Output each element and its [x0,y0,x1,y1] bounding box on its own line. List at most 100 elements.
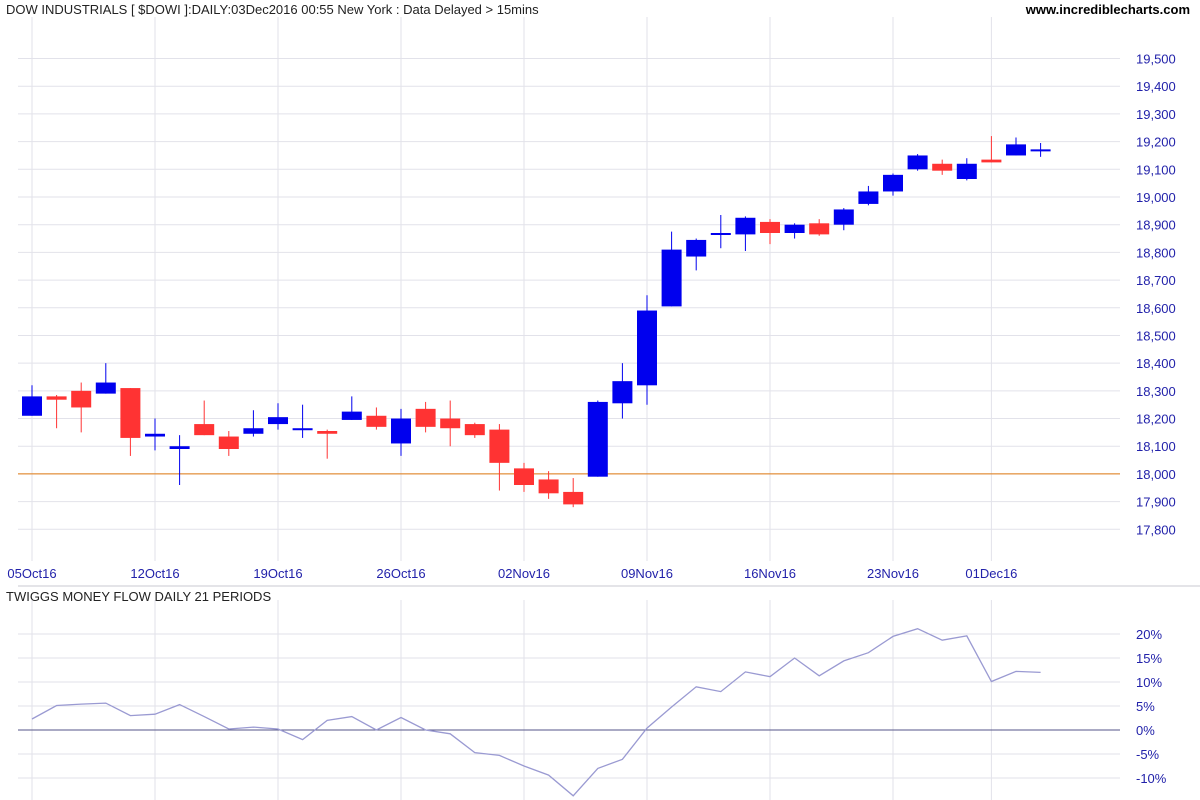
candle-body [735,217,756,235]
candle-body [268,417,288,425]
date-tick-label: 19Oct16 [253,566,302,581]
candle-body [366,415,387,427]
candle-body [760,221,780,233]
candle [833,208,854,231]
candle [46,395,67,429]
indicator-tick-label: -10% [1136,771,1167,786]
candle [637,295,657,405]
candle [489,424,510,491]
date-tick-label: 02Nov16 [498,566,550,581]
date-tick-label: 09Nov16 [621,566,673,581]
candle-body [22,396,42,416]
candle-body [415,408,436,427]
candle-body [341,411,362,420]
candle [784,223,805,239]
candle-body [956,163,977,179]
price-tick-label: 18,200 [1136,412,1176,427]
candle [735,216,756,251]
candle-body [120,388,141,438]
candle [440,400,461,447]
candle-body [489,429,510,463]
candle-body [587,401,608,477]
candle [317,429,338,459]
price-tick-label: 18,800 [1136,245,1176,260]
price-tick-label: 17,900 [1136,495,1176,510]
price-grid [18,17,1120,561]
price-tick-label: 18,700 [1136,273,1176,288]
candle [243,410,264,437]
candle-body [1030,149,1051,152]
date-tick-label: 16Nov16 [744,566,796,581]
candle [464,422,485,438]
candle-body [858,191,879,204]
candle [932,159,953,175]
price-tick-label: 18,900 [1136,218,1176,233]
candle-body [612,381,633,404]
candle-body [391,418,411,444]
candle-body [292,428,313,431]
indicator-grid [18,600,1120,800]
candle-body [514,468,534,485]
price-tick-label: 19,200 [1136,135,1176,150]
candle [858,185,879,206]
candle-body [194,424,215,436]
candle [514,462,534,492]
indicator-tick-label: 0% [1136,723,1155,738]
date-axis-labels: 05Oct16 12Oct16 19Oct16 26Oct16 02Nov16 09Nov… [7,566,1017,581]
price-tick-label: 19,300 [1136,107,1176,122]
candle-body [169,446,190,449]
money-flow-line [31,628,1041,797]
candle-body [883,174,903,192]
indicator-tick-label: -5% [1136,747,1160,762]
date-tick-label: 01Dec16 [965,566,1017,581]
candle-body [464,424,485,436]
candle [760,219,780,245]
indicator-axis-labels: 20% 15% 10% 5% 0% -5% -10% [1136,627,1167,786]
candle-body [218,436,239,449]
candle [1006,137,1026,156]
money-flow-series [31,628,1041,797]
price-tick-label: 18,300 [1136,384,1176,399]
candle [538,471,559,499]
date-tick-label: 26Oct16 [376,566,425,581]
candle-body [1006,144,1026,156]
candle [366,407,387,430]
candle-body [784,224,805,233]
candle-body [907,155,928,170]
candle-body [145,433,165,437]
candle-body [637,310,657,386]
candle-body [95,382,116,394]
candle [809,219,830,236]
candle-body [243,428,264,434]
candle [194,400,215,436]
candle [218,431,239,456]
candle [612,363,633,419]
indicator-tick-label: 5% [1136,699,1155,714]
candle [341,396,362,420]
candle [907,154,928,171]
candle [268,403,288,430]
candle [956,158,977,181]
candle [710,215,731,249]
indicator-tick-label: 15% [1136,651,1162,666]
date-tick-label: 23Nov16 [867,566,919,581]
price-tick-label: 18,000 [1136,467,1176,482]
candle-body [440,418,461,429]
chart-canvas: 17,800 17,900 18,000 18,100 18,200 18,300 18,4… [7,17,1200,800]
price-tick-label: 17,800 [1136,522,1176,537]
candle-body [833,209,854,225]
date-tick-label: 05Oct16 [7,566,56,581]
candle [169,435,190,485]
date-tick-label: 12Oct16 [130,566,179,581]
candle-body [563,491,584,505]
candle [1030,143,1051,157]
candlesticks [22,136,1051,508]
candle [883,173,903,196]
indicator-tick-label: 20% [1136,627,1162,642]
candle-body [932,163,953,171]
candle-body [710,233,731,235]
price-tick-label: 18,600 [1136,301,1176,316]
candle [145,418,165,451]
price-tick-label: 19,000 [1136,190,1176,205]
price-tick-label: 19,400 [1136,79,1176,94]
